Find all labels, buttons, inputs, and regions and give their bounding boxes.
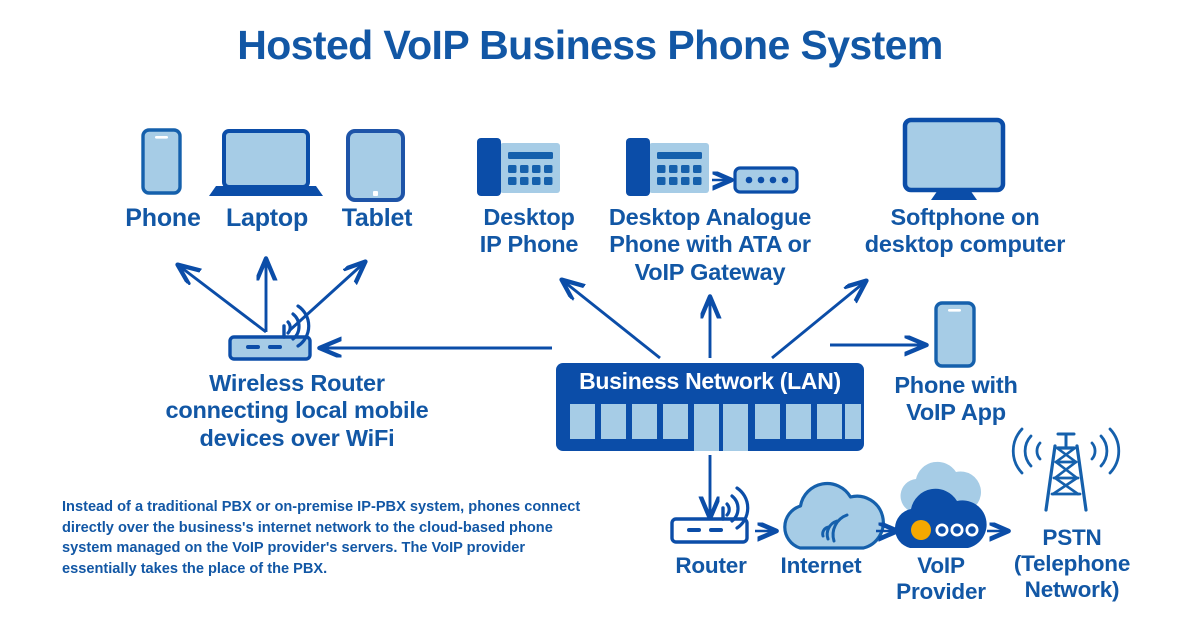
label-laptop: Laptop (225, 204, 309, 232)
label-pstn: PSTN (Telephone Network) (1013, 525, 1131, 603)
desktop-monitor-icon (902, 117, 1006, 200)
smartphone-icon (934, 301, 976, 368)
cloud-wifi-icon (783, 481, 885, 550)
label-phone-with-voip-app: Phone with VoIP App (894, 372, 1018, 426)
label-internet: Internet (780, 553, 862, 578)
ata-box-icon (733, 166, 799, 194)
tablet-icon (346, 129, 405, 202)
label-voip-provider: VoIP Provider (896, 553, 986, 605)
laptop-icon (209, 129, 323, 196)
label-wireless-router: Wireless Router connecting local mobile … (165, 370, 429, 451)
label-softphone: Softphone on desktop computer (864, 204, 1066, 258)
connector-lan-to-desk-ip-phone (562, 280, 661, 360)
label-tablet: Tablet (341, 204, 413, 232)
label-router: Router (675, 553, 747, 578)
footnote-text: Instead of a traditional PBX or on-premi… (62, 499, 581, 578)
cell-tower-icon (1011, 427, 1121, 512)
cloud-server-icon (894, 461, 987, 548)
connector-router-to-phone (178, 265, 267, 334)
desk-phone-icon (477, 138, 560, 196)
desk-phone-icon (626, 138, 709, 196)
label-phone: Phone (125, 204, 201, 232)
smartphone-icon (141, 128, 182, 195)
lan-bar-label: Business Network (LAN) (579, 368, 841, 394)
connector-router-to-tablet (289, 262, 365, 332)
diagram-canvas: Hosted VoIP Business Phone System Phone … (0, 0, 1180, 619)
label-desktop-analogue-phone: Desktop Analogue Phone with ATA or VoIP … (608, 204, 812, 285)
